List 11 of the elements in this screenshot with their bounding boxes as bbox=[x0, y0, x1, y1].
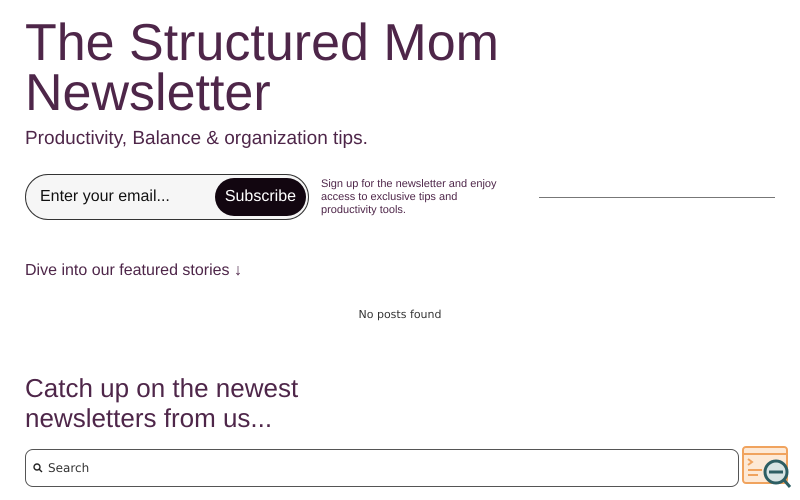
latest-heading: Catch up on the newest newsletters from us... bbox=[25, 373, 300, 433]
featured-heading: Dive into our featured stories ↓ bbox=[25, 262, 243, 280]
browser-search-icon[interactable] bbox=[742, 446, 792, 490]
signup-note: Sign up for the newsletter and enjoy access to exclusive tips and productivity tools. bbox=[321, 178, 498, 216]
subscribe-button[interactable]: Subscribe bbox=[214, 178, 306, 216]
email-input[interactable]: Enter your email... bbox=[38, 187, 192, 207]
tagline: Productivity, Balance & organization tips. bbox=[25, 128, 369, 150]
search-icon bbox=[33, 463, 43, 473]
empty-message: No posts found bbox=[358, 308, 442, 321]
search-field[interactable]: Search bbox=[25, 449, 739, 487]
newsletter-title: The Structured Mom Newsletter bbox=[25, 18, 500, 118]
